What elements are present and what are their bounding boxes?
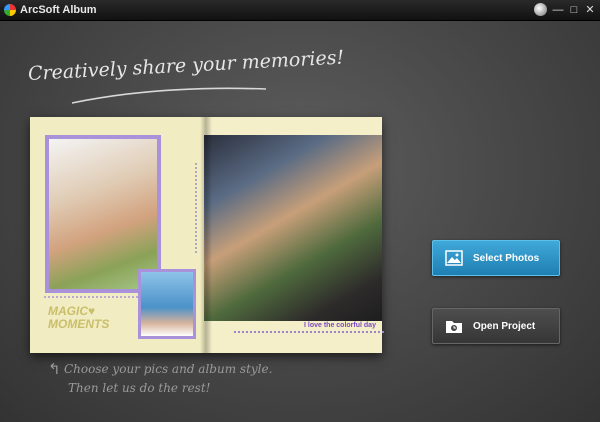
open-project-label: Open Project [473,321,536,332]
select-photos-label: Select Photos [473,253,540,264]
hint-line-2: Then let us do the rest! [68,381,211,395]
friends-photo [204,135,382,321]
curved-arrow-icon: ↰ [48,361,61,378]
portrait-photo [138,269,196,339]
tagline: Creatively share your memories! [27,46,345,85]
folder-icon [446,321,462,333]
album-spine [200,117,212,353]
maximize-button[interactable]: □ [567,3,581,17]
hint-text: Choose your pics and album style. Then l… [64,360,272,398]
open-project-button[interactable]: Open Project [432,308,560,344]
minimize-button[interactable]: — [551,3,565,17]
tagline-swoosh [71,87,267,104]
window-title: ArcSoft Album [20,4,97,16]
photo-caption: I love the colorful day [304,322,376,329]
decorative-caption-line [234,331,384,334]
hint-line-1: Choose your pics and album style. [64,362,273,376]
title-bar: ArcSoft Album — □ ✕ [0,0,600,21]
decorative-vertical-text [195,163,199,253]
album-preview: MAGIC♥ MOMENTS I love the colorful day [30,117,384,353]
globe-icon[interactable] [534,3,547,16]
select-photos-button[interactable]: Select Photos [432,240,560,276]
app-window: ArcSoft Album — □ ✕ Creatively share you… [0,0,600,422]
close-button[interactable]: ✕ [583,3,597,17]
image-icon [445,250,463,266]
decorative-caption-line [44,296,138,299]
arcsoft-logo-icon [4,4,16,16]
magic-moments-badge: MAGIC♥ MOMENTS [48,304,110,331]
